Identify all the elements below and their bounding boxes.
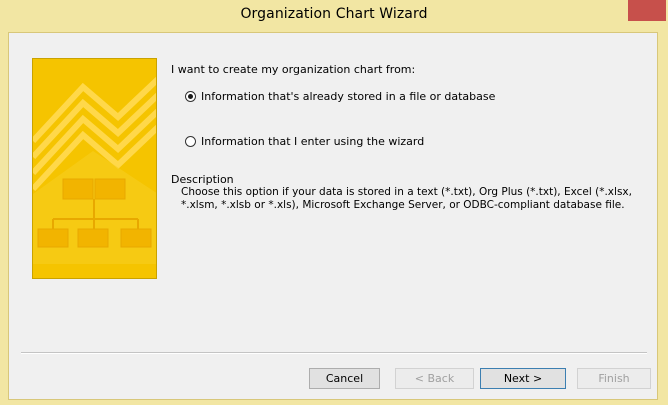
wizard-illustration (32, 58, 157, 279)
description-text: Choose this option if your data is store… (181, 186, 632, 211)
close-button[interactable] (628, 0, 666, 21)
prompt-label: I want to create my organization chart f… (171, 63, 416, 76)
wizard-content: I want to create my organization chart f… (8, 32, 658, 400)
wizard-window: Organization Chart Wizard I want to crea… (0, 0, 668, 405)
radio-enter-wizard[interactable] (185, 136, 196, 147)
back-button[interactable]: < Back (395, 368, 474, 389)
window-title: Organization Chart Wizard (240, 6, 428, 22)
option-file-database-label[interactable]: Information that's already stored in a f… (201, 90, 495, 103)
title-bar[interactable]: Organization Chart Wizard (0, 0, 668, 32)
org-chart-illustration-icon (33, 76, 156, 264)
radio-file-database[interactable] (185, 91, 196, 102)
finish-button[interactable]: Finish (577, 368, 651, 389)
description-heading: Description (171, 173, 234, 186)
next-button[interactable]: Next > (480, 368, 566, 389)
separator (21, 352, 647, 354)
option-enter-wizard-label[interactable]: Information that I enter using the wizar… (201, 135, 424, 148)
cancel-button[interactable]: Cancel (309, 368, 380, 389)
